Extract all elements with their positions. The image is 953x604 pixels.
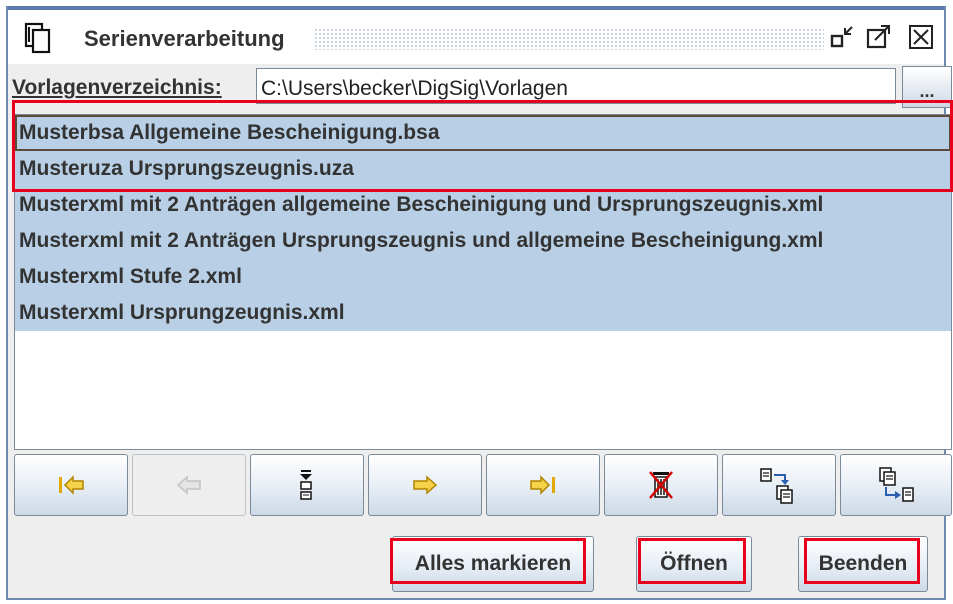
next-button[interactable] (368, 454, 482, 516)
minimize-icon[interactable] (830, 24, 856, 50)
add-to-list-icon (760, 468, 793, 504)
title-bar-texture (314, 28, 824, 50)
move-down-button[interactable] (250, 454, 364, 516)
delete-trash-icon (649, 471, 673, 499)
exit-label: Beenden (818, 552, 908, 575)
close-icon[interactable] (908, 24, 934, 50)
select-all-label: Alles markieren (414, 552, 572, 575)
title-bar[interactable]: Serienverarbeitung (8, 6, 944, 64)
template-directory-row: Vorlagenverzeichnis: C:\Users\becker\Dig… (8, 64, 952, 110)
exit-button[interactable]: Beenden (798, 536, 928, 592)
add-to-list-button[interactable] (722, 454, 836, 516)
window-title: Serienverarbeitung (84, 26, 285, 51)
template-list-item[interactable]: Musterxml Stufe 2.xml (15, 259, 951, 295)
serienverarbeitung-window: Serienverarbeitung Vorlagenverzeichnis: … (6, 6, 952, 600)
previous-button[interactable] (132, 454, 246, 516)
extract-from-list-icon (879, 467, 914, 502)
last-button[interactable] (486, 454, 600, 516)
maximize-icon[interactable] (866, 24, 892, 50)
delete-button[interactable] (604, 454, 718, 516)
template-list-item[interactable]: Musterbsa Allgemeine Bescheinigung.bsa (15, 115, 951, 151)
template-list[interactable]: Musterbsa Allgemeine Bescheinigung.bsa Mu… (14, 114, 952, 450)
template-directory-field[interactable]: C:\Users\becker\DigSig\Vorlagen (256, 68, 896, 104)
open-label: Öffnen (660, 552, 728, 575)
browse-directory-button[interactable]: ... (902, 66, 952, 108)
template-list-item[interactable]: Musterxml mit 2 Anträgen Ursprungszeugni… (15, 223, 951, 259)
list-toolbar (14, 454, 952, 518)
template-list-item[interactable]: Musteruza Ursprungszeugnis.uza (15, 151, 951, 187)
move-down-icon (300, 470, 312, 500)
document-copy-icon (24, 22, 51, 54)
template-directory-label: Vorlagenverzeichnis: (12, 76, 222, 99)
next-arrow-icon (413, 475, 438, 495)
previous-arrow-icon (176, 475, 201, 495)
template-list-item[interactable]: Musterxml Ursprungzeugnis.xml (15, 295, 951, 331)
template-list-item[interactable]: Musterxml mit 2 Anträgen allgemeine Besc… (15, 187, 951, 223)
first-arrow-icon (59, 475, 84, 495)
last-arrow-icon (530, 475, 555, 495)
first-button[interactable] (14, 454, 128, 516)
extract-from-list-button[interactable] (840, 454, 952, 516)
select-all-button[interactable]: Alles markieren (392, 536, 594, 592)
open-button[interactable]: Öffnen (636, 536, 752, 592)
